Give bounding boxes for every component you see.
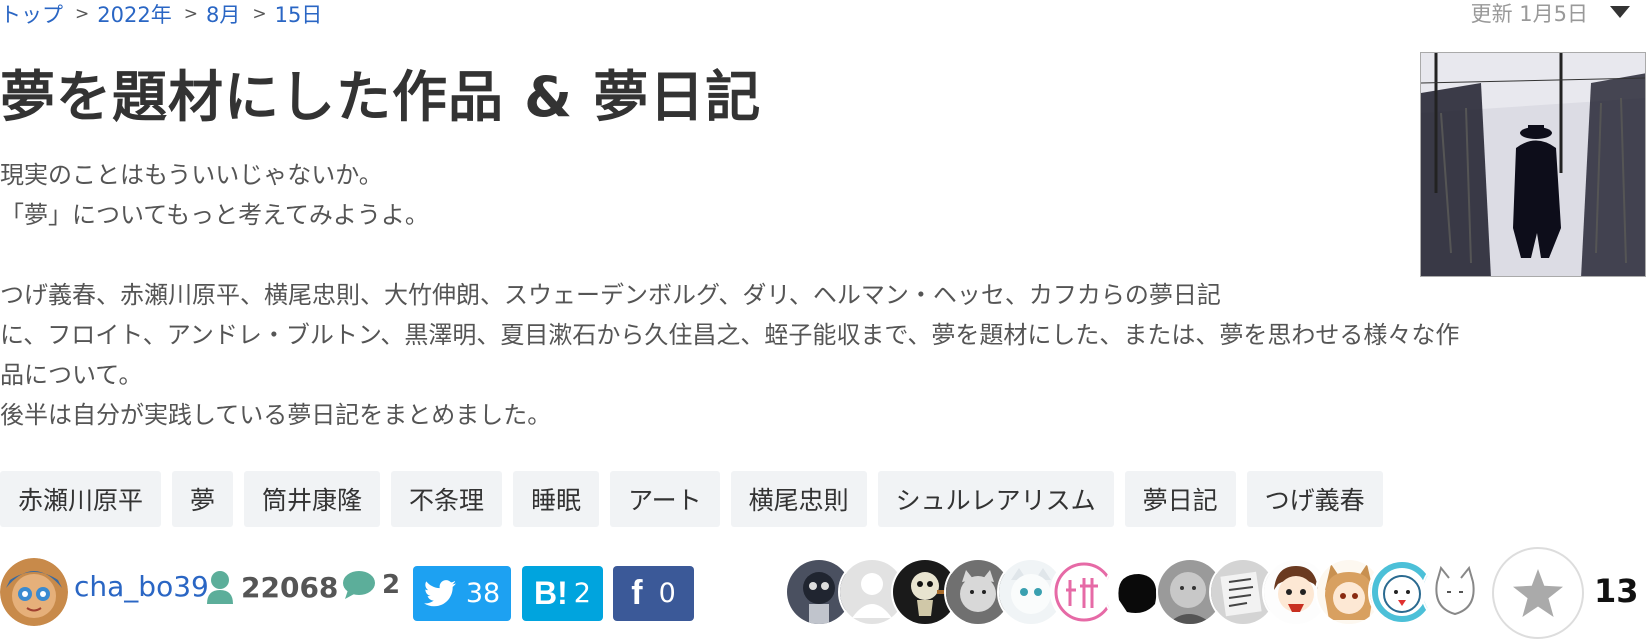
tag-item[interactable]: 睡眠 [513,471,600,527]
tag-item[interactable]: 筒井康隆 [244,471,381,527]
facebook-icon: f [631,574,643,612]
tag-item[interactable]: シュルレアリスム [877,471,1114,527]
breadcrumb-month-link[interactable]: 8月 [206,0,240,29]
add-star-button[interactable] [1492,547,1584,639]
chevron-right-icon: > [75,4,90,24]
page-title: 夢を題材にした作品 & 夢日記 [0,65,762,129]
breadcrumb: トップ > 2022年 > 8月 > 15日 [0,0,322,28]
tag-item[interactable]: 不条理 [391,471,503,527]
tag-list: 赤瀬川原平 夢 筒井康隆 不条理 睡眠 アート 横尾忠則 シュルレアリスム 夢日… [0,471,1383,527]
star-count: 13 [1594,572,1639,610]
twitter-share-count: 38 [465,578,501,609]
author-name[interactable]: cha_bo39 [74,570,209,603]
tag-item[interactable]: 夢 [172,471,234,527]
chevron-right-icon: > [183,4,198,24]
author-avatar[interactable] [0,558,68,626]
tag-item[interactable]: 夢日記 [1124,471,1236,527]
breadcrumb-top-link[interactable]: トップ [0,0,63,29]
user-icon [207,571,233,604]
article-footer: cha_bo39 22068 2 38 B! 2 f 0 13 [0,547,1648,639]
star-icon [1513,569,1563,617]
view-count: 22068 [207,570,338,604]
tag-item[interactable]: 赤瀬川原平 [0,471,162,527]
facebook-share-button[interactable]: f 0 [613,566,694,621]
description-body: つげ義春、赤瀬川原平、横尾忠則、大竹伸朗、スウェーデンボルグ、ダリ、ヘルマン・ヘ… [0,281,1460,429]
chevron-right-icon: > [252,4,267,24]
breadcrumb-day-link[interactable]: 15日 [275,0,323,29]
description-intro: 現実のことはもういいじゃないか。 「夢」についてもっと考えてみようよ。 [0,161,429,229]
stargazer-list [785,558,1489,628]
tag-item[interactable]: アート [610,471,720,527]
speech-bubble-icon [343,571,375,599]
hatena-bookmark-count: 2 [573,578,591,609]
tag-item[interactable]: つげ義春 [1246,471,1383,527]
twitter-bird-icon [423,580,456,607]
view-count-value: 22068 [241,570,339,604]
hatena-bookmark-icon: B! [534,575,568,611]
tag-item[interactable]: 横尾忠則 [730,471,867,527]
breadcrumb-year-link[interactable]: 2022年 [97,0,171,29]
stargazer-avatar[interactable] [1421,558,1489,626]
comment-count-value: 2 [382,570,401,600]
caret-down-icon[interactable] [1610,6,1630,18]
updated-date: 更新 1月5日 [1470,2,1588,26]
facebook-share-count: 0 [658,578,676,609]
comment-count[interactable]: 2 [342,570,400,600]
hatena-bookmark-button[interactable]: B! 2 [522,566,603,621]
article-description: 現実のことはもういいじゃないか。 「夢」についてもっと考えてみようよ。 つげ義春… [0,155,1648,435]
twitter-share-button[interactable]: 38 [413,566,511,621]
